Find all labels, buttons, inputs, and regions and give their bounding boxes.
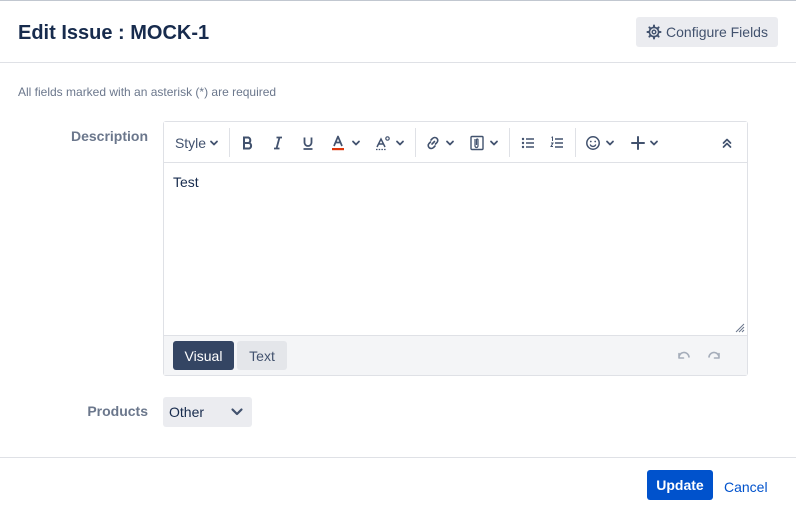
attachment-icon <box>470 135 484 151</box>
gear-icon <box>646 24 662 40</box>
style-dropdown[interactable]: Style <box>172 128 222 158</box>
products-label: Products <box>87 403 148 419</box>
toolbar-separator <box>509 128 510 157</box>
chevron-down-icon <box>446 140 454 146</box>
collapse-toolbar-button[interactable] <box>717 128 737 158</box>
bullet-list-button[interactable] <box>516 128 540 158</box>
bullet-list-icon <box>521 137 534 149</box>
chevron-down-icon <box>490 140 498 146</box>
chevron-down-icon <box>606 140 614 146</box>
collapse-icon <box>722 138 732 148</box>
chevron-down-icon <box>351 140 360 146</box>
editor-mode-bar: Visual Text <box>164 335 747 375</box>
products-selected-value: Other <box>169 404 205 420</box>
redo-icon[interactable] <box>706 348 722 364</box>
resize-handle-icon[interactable] <box>735 323 745 333</box>
toolbar-separator <box>415 128 416 157</box>
text-color-button[interactable] <box>326 128 364 158</box>
configure-fields-label: Configure Fields <box>666 24 768 40</box>
bold-button[interactable] <box>236 128 260 158</box>
text-color-icon <box>331 135 344 151</box>
configure-fields-button[interactable]: Configure Fields <box>636 17 778 47</box>
visual-mode-button[interactable]: Visual <box>173 341 234 370</box>
chevron-down-icon <box>210 140 218 146</box>
text-mode-button[interactable]: Text <box>237 341 287 370</box>
update-button[interactable]: Update <box>647 470 713 500</box>
dialog-header: Edit Issue : MOCK-1 Configure Fields <box>0 1 796 63</box>
numbered-list-button[interactable] <box>545 128 569 158</box>
description-label: Description <box>70 128 148 144</box>
dialog-footer: Update Cancel <box>0 457 796 505</box>
chevron-down-icon <box>231 408 243 416</box>
style-dropdown-label: Style <box>174 135 207 151</box>
text-format-icon <box>376 136 390 151</box>
dialog-title: Edit Issue : MOCK-1 <box>18 22 210 44</box>
cancel-link[interactable]: Cancel <box>724 479 768 495</box>
insert-more-button[interactable] <box>627 128 661 158</box>
editor-toolbar: Style <box>164 122 747 163</box>
emoji-button[interactable] <box>582 128 618 158</box>
link-icon <box>427 136 439 150</box>
italic-button[interactable] <box>266 128 290 158</box>
products-select[interactable]: Other <box>163 397 252 427</box>
underline-button[interactable] <box>296 128 320 158</box>
italic-icon <box>274 136 282 150</box>
undo-icon[interactable] <box>676 348 692 364</box>
required-fields-note: All fields marked with an asterisk (*) a… <box>18 85 277 99</box>
underline-icon <box>303 137 313 150</box>
text-format-button[interactable] <box>372 128 408 158</box>
numbered-list-icon <box>550 136 563 148</box>
edit-issue-dialog: Edit Issue : MOCK-1 Configure Fields All… <box>0 0 796 505</box>
emoji-icon <box>586 136 600 150</box>
attachment-button[interactable] <box>466 128 502 158</box>
toolbar-separator <box>229 128 230 157</box>
description-editor: Style Test Visual Text <box>163 121 748 376</box>
insert-plus-icon <box>630 136 645 150</box>
toolbar-separator <box>575 128 576 157</box>
link-button[interactable] <box>422 128 458 158</box>
chevron-down-icon <box>649 140 658 146</box>
bold-icon <box>243 136 253 150</box>
chevron-down-icon <box>396 140 404 146</box>
description-content[interactable]: Test <box>173 173 199 191</box>
